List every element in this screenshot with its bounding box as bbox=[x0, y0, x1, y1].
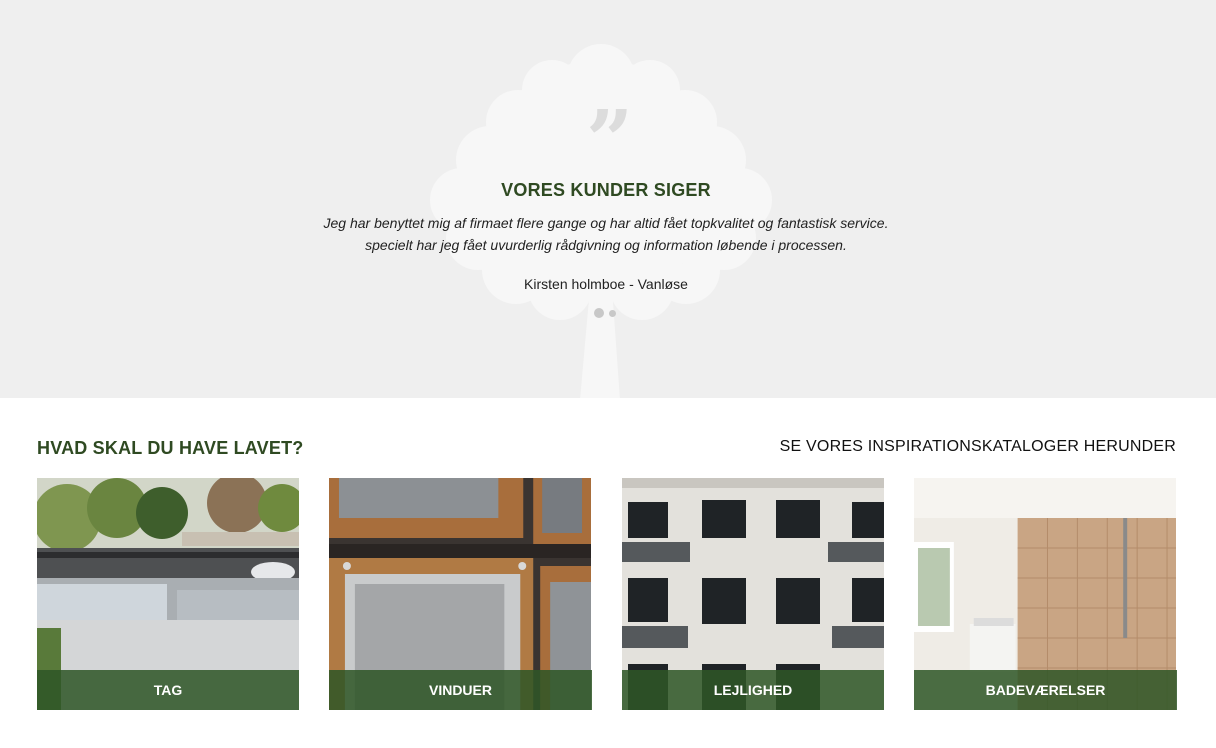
carousel-dots bbox=[592, 308, 622, 320]
service-tile-label: LEJLIGHED bbox=[622, 670, 884, 710]
testimonial-quote: Jeg har benyttet mig af firmaet flere ga… bbox=[0, 212, 1212, 256]
service-tile-tag[interactable]: TAG bbox=[37, 478, 299, 710]
carousel-dot-1[interactable] bbox=[594, 308, 604, 318]
inspiration-catalogs-link[interactable]: SE VORES INSPIRATIONSKATALOGER HERUNDER bbox=[780, 438, 1176, 456]
carousel-dot-2[interactable] bbox=[609, 310, 616, 317]
service-tile-lejlighed[interactable]: LEJLIGHED bbox=[622, 478, 884, 710]
testimonial-title-strong: VORES KUNDER bbox=[501, 180, 649, 200]
service-tile-label: BADEVÆRELSER bbox=[914, 670, 1177, 710]
service-tile-vinduer[interactable]: VINDUER bbox=[329, 478, 592, 710]
testimonial-title-rest: SIGER bbox=[653, 180, 711, 200]
services-title: HVAD SKAL DU HAVE LAVET? bbox=[37, 438, 304, 458]
quote-icon: ” bbox=[586, 93, 634, 189]
testimonial-title: VORES KUNDER SIGER bbox=[0, 180, 1212, 201]
testimonial-section: ” VORES KUNDER SIGER Jeg har benyttet mi… bbox=[0, 0, 1216, 398]
testimonial-author: Kirsten holmboe - Vanløse bbox=[524, 276, 688, 292]
service-tile-label: TAG bbox=[37, 670, 299, 710]
service-tile-badevaerelser[interactable]: BADEVÆRELSER bbox=[914, 478, 1177, 710]
testimonial-quote-line-2: specielt har jeg fået uvurderlig rådgivn… bbox=[365, 237, 847, 253]
testimonial-quote-line-1: Jeg har benyttet mig af firmaet flere ga… bbox=[323, 215, 889, 231]
service-tile-label: VINDUER bbox=[329, 670, 592, 710]
